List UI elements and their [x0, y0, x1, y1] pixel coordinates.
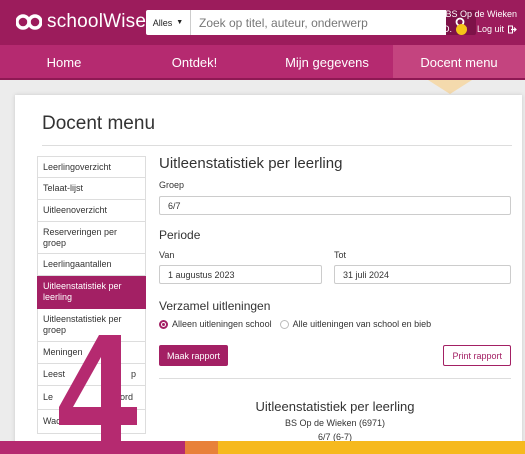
- search-input[interactable]: [191, 10, 446, 35]
- report-form: Uitleenstatistiek per leerling Groep 6/7…: [159, 155, 511, 379]
- report-preview: Uitleenstatistiek per leerling BS Op de …: [159, 399, 511, 442]
- collect-options: Alleen uitleningen school Alle uitlening…: [159, 319, 511, 329]
- color-stripe-yellow: [218, 441, 525, 454]
- logo[interactable]: schoolWise: [16, 11, 146, 33]
- nav-item-home[interactable]: Home: [0, 45, 128, 80]
- chevron-down-icon: ▼: [176, 19, 184, 26]
- logo-icon: [16, 14, 42, 30]
- sidebar-item-reserveringen[interactable]: Reserveringen per groep: [37, 222, 146, 254]
- from-date-field[interactable]: 1 augustus 2023: [159, 265, 322, 284]
- from-label: Van: [159, 250, 175, 260]
- school-name: BS Op de Wieken: [445, 9, 517, 19]
- color-stripe-orange: [185, 441, 218, 454]
- title-divider: [42, 145, 512, 146]
- collect-heading: Verzamel uitleningen: [159, 299, 271, 313]
- report-school: BS Op de Wieken (6971): [284, 418, 386, 428]
- sidebar-item-uitleenoverzicht[interactable]: Uitleenoverzicht: [37, 200, 146, 222]
- sidebar-item-uitleenstatistiek-leerling[interactable]: Uitleenstatistiek per leerling: [37, 276, 146, 309]
- report-title: Uitleenstatistiek per leerling: [255, 399, 415, 414]
- radio-school-and-library[interactable]: [279, 319, 289, 329]
- smiley-avatar-icon[interactable]: [455, 24, 467, 35]
- sidebar-item-leerlingaantallen[interactable]: Leerlingaantallen: [37, 254, 146, 276]
- print-report-button[interactable]: Print rapport: [443, 345, 511, 366]
- main-nav: Home Ontdek! Mijn gegevens Docent menu: [0, 45, 525, 80]
- sidebar-item-label: Le: [43, 392, 54, 402]
- nav-item-ontdek[interactable]: Ontdek!: [128, 45, 261, 80]
- search-scope-value: Alles: [152, 17, 173, 28]
- sidebar-item-telaat-lijst[interactable]: Telaat-lijst: [37, 178, 146, 200]
- active-nav-pointer: [428, 80, 472, 94]
- form-divider: [159, 378, 511, 379]
- brand-name: schoolWise: [47, 11, 147, 32]
- to-date-field[interactable]: 31 juli 2024: [334, 265, 511, 284]
- nav-item-docent-menu[interactable]: Docent menu: [393, 45, 525, 80]
- group-label: Groep: [159, 180, 185, 190]
- user-name[interactable]: Jannie D.: [414, 22, 452, 37]
- period-heading: Periode: [159, 228, 201, 242]
- make-report-button[interactable]: Maak rapport: [159, 345, 229, 366]
- page-title: Docent menu: [42, 113, 156, 134]
- search-scope-select[interactable]: Alles ▼: [146, 10, 191, 35]
- user-block: BS Op de Wieken Jannie D. Log uit: [414, 7, 517, 37]
- radio-school-only-label[interactable]: Alleen uitleningen school: [172, 319, 272, 329]
- logout-link[interactable]: Log uit: [477, 22, 504, 37]
- big-number-four-graphic: [59, 335, 137, 447]
- group-field[interactable]: 6/7: [159, 196, 511, 215]
- form-title: Uitleenstatistiek per leerling: [159, 155, 343, 172]
- top-bar: schoolWise Alles ▼ BS Op de Wieken Janni…: [0, 0, 525, 45]
- radio-school-and-library-label[interactable]: Alle uitleningen van school en bieb: [293, 319, 432, 329]
- to-label: Tot: [334, 250, 347, 260]
- nav-item-mijn-gegevens[interactable]: Mijn gegevens: [261, 45, 393, 80]
- logout-icon[interactable]: [508, 25, 517, 34]
- radio-school-only[interactable]: [159, 319, 168, 329]
- sidebar-item-leerlingoverzicht[interactable]: Leerlingoverzicht: [37, 156, 146, 178]
